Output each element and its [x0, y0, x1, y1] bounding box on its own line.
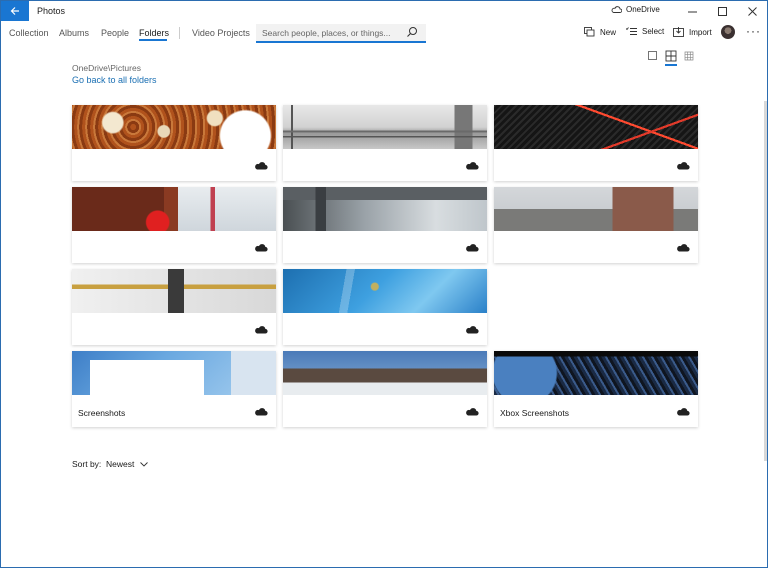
- new-icon: [584, 27, 595, 37]
- medium-view-icon[interactable]: [665, 50, 677, 62]
- folder-tile[interactable]: [283, 351, 487, 427]
- import-icon: [673, 27, 684, 37]
- folder-tile[interactable]: [494, 187, 698, 263]
- more-options-button[interactable]: ···: [746, 24, 761, 38]
- cloud-icon: [466, 326, 479, 334]
- tab-albums[interactable]: Albums: [59, 28, 89, 38]
- minimize-button[interactable]: [677, 1, 707, 21]
- small-view-icon[interactable]: [683, 50, 695, 62]
- maximize-icon: [717, 6, 727, 16]
- folder-thumbnail: [72, 187, 276, 231]
- folder-tile[interactable]: Xbox Screenshots: [494, 351, 698, 427]
- cloud-icon: [466, 162, 479, 170]
- cloud-icon: [255, 408, 268, 416]
- close-icon: [747, 6, 757, 16]
- sort-dropdown[interactable]: Newest: [106, 459, 149, 469]
- maximize-button[interactable]: [707, 1, 737, 21]
- folder-tile[interactable]: [72, 269, 276, 345]
- tab-folders[interactable]: Folders: [139, 28, 169, 38]
- close-button[interactable]: [737, 1, 767, 21]
- window-controls: [677, 1, 767, 21]
- folder-tile[interactable]: [283, 269, 487, 345]
- select-label: Select: [642, 27, 665, 36]
- onedrive-status[interactable]: OneDrive: [611, 5, 660, 14]
- select-button[interactable]: Select: [626, 27, 664, 36]
- cloud-icon: [677, 162, 690, 170]
- folder-tile[interactable]: Screenshots: [72, 351, 276, 427]
- tab-video-projects[interactable]: Video Projects: [192, 28, 250, 38]
- scrollbar[interactable]: [764, 101, 767, 461]
- folder-thumbnail: [72, 351, 276, 395]
- cloud-icon: [677, 244, 690, 252]
- import-label: Import: [689, 27, 712, 37]
- new-button[interactable]: New: [584, 27, 616, 37]
- back-button[interactable]: [1, 1, 29, 21]
- cloud-icon: [466, 244, 479, 252]
- back-to-folders-link[interactable]: Go back to all folders: [72, 75, 157, 85]
- folder-thumbnail: [283, 351, 487, 395]
- minimize-icon: [687, 11, 697, 12]
- onedrive-label: OneDrive: [626, 5, 660, 14]
- folder-tile[interactable]: [494, 105, 698, 181]
- avatar[interactable]: [721, 25, 735, 39]
- folder-tile[interactable]: [283, 187, 487, 263]
- cloud-icon: [255, 326, 268, 334]
- tab-people[interactable]: People: [101, 28, 129, 38]
- photos-window: Photos OneDrive Collection Albums People…: [0, 0, 768, 568]
- folder-thumbnail: [494, 105, 698, 149]
- folder-thumbnail: [72, 105, 276, 149]
- nav-separator: [179, 27, 180, 39]
- nav-bar: Collection Albums People Folders Video P…: [1, 21, 767, 47]
- app-title: Photos: [37, 6, 66, 16]
- folder-thumbnail: [72, 269, 276, 313]
- large-view-icon[interactable]: [647, 50, 659, 62]
- search-box: [256, 24, 426, 43]
- cloud-icon: [255, 244, 268, 252]
- active-view-indicator: [665, 64, 677, 66]
- search-icon[interactable]: [406, 26, 418, 38]
- tab-collection[interactable]: Collection: [9, 28, 49, 38]
- cloud-icon: [466, 408, 479, 416]
- folder-thumbnail: [283, 187, 487, 231]
- breadcrumb: OneDrive\Pictures: [72, 63, 141, 73]
- sort-value: Newest: [106, 459, 135, 469]
- folder-thumbnail: [494, 187, 698, 231]
- sort-label: Sort by:: [72, 459, 102, 469]
- title-bar: Photos OneDrive: [1, 1, 767, 21]
- folder-tile[interactable]: [72, 105, 276, 181]
- folder-tile[interactable]: [283, 105, 487, 181]
- select-list-icon: [626, 27, 637, 35]
- arrow-left-icon: [10, 7, 19, 15]
- onedrive-cloud-icon: [611, 6, 622, 13]
- folder-thumbnail: [283, 105, 487, 149]
- cloud-icon: [255, 162, 268, 170]
- new-label: New: [600, 27, 617, 37]
- chevron-down-icon: [140, 461, 149, 467]
- folder-label: Xbox Screenshots: [500, 408, 569, 418]
- import-button[interactable]: Import: [673, 27, 712, 37]
- search-input[interactable]: [262, 27, 402, 38]
- folder-thumbnail: [283, 269, 487, 313]
- folder-tile[interactable]: [72, 187, 276, 263]
- active-tab-indicator: [139, 39, 167, 41]
- folder-thumbnail: [494, 351, 698, 395]
- cloud-icon: [677, 408, 690, 416]
- folder-label: Screenshots: [78, 408, 126, 418]
